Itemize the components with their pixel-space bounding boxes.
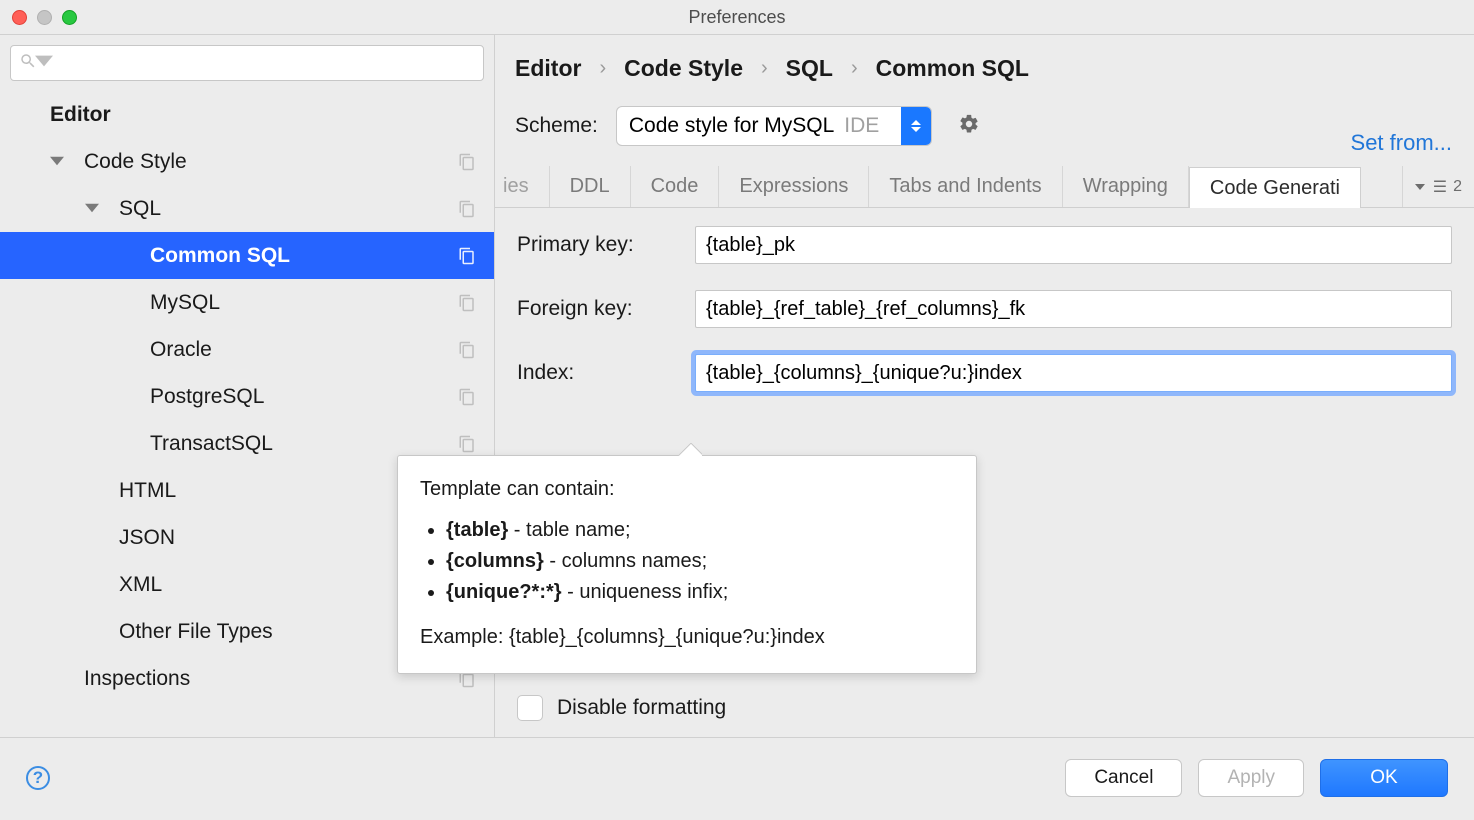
copy-config-icon[interactable]	[458, 247, 476, 265]
scheme-label: Scheme:	[515, 114, 598, 138]
sidebar-item-code-style[interactable]: Code Style	[0, 138, 494, 185]
tab-ddl[interactable]: DDL	[550, 166, 631, 207]
disable-formatting-row[interactable]: Disable formatting	[495, 683, 1474, 721]
disable-formatting-label: Disable formatting	[557, 696, 726, 720]
stepper-icon[interactable]	[901, 107, 931, 145]
disable-formatting-checkbox[interactable]	[517, 695, 543, 721]
index-input[interactable]	[695, 354, 1452, 392]
breadcrumb-item[interactable]: SQL	[786, 55, 833, 82]
cancel-button[interactable]: Cancel	[1065, 759, 1182, 797]
chevron-right-icon: ›	[851, 57, 858, 80]
ok-button[interactable]: OK	[1320, 759, 1448, 797]
sidebar-item-sql[interactable]: SQL	[0, 185, 494, 232]
tab-code[interactable]: Code	[631, 166, 720, 207]
copy-config-icon[interactable]	[458, 341, 476, 359]
tab-bar: ies DDL Code Expressions Tabs and Indent…	[495, 166, 1474, 208]
foreign-key-input[interactable]	[695, 290, 1452, 328]
help-icon[interactable]: ?	[26, 766, 50, 790]
gear-icon[interactable]	[950, 113, 980, 140]
triangle-down-icon	[1415, 184, 1425, 190]
chevron-right-icon: ›	[599, 57, 606, 80]
chevron-down-icon	[50, 150, 74, 174]
sidebar-item-oracle[interactable]: Oracle	[0, 326, 494, 373]
tooltip-example: Example: {table}_{columns}_{unique?u:}in…	[420, 622, 954, 653]
copy-config-icon[interactable]	[458, 435, 476, 453]
sidebar-item-common-sql[interactable]: Common SQL	[0, 232, 494, 279]
scheme-tag: IDE	[844, 114, 879, 138]
tooltip-item: {table} - table name;	[446, 515, 954, 546]
hamburger-icon: ☰	[1433, 177, 1447, 197]
index-label: Index:	[517, 361, 695, 385]
dialog-footer: ? Cancel Apply OK	[0, 738, 1474, 818]
scheme-value: Code style for MySQL	[629, 114, 834, 138]
sidebar-item-editor[interactable]: Editor	[0, 91, 494, 138]
apply-button: Apply	[1198, 759, 1304, 797]
breadcrumb-item[interactable]: Editor	[515, 55, 581, 82]
tab-overflow[interactable]: ☰ 2	[1402, 166, 1474, 207]
tab-truncated[interactable]: ies	[495, 166, 550, 207]
chevron-down-icon	[85, 197, 109, 221]
tab-expressions[interactable]: Expressions	[719, 166, 869, 207]
tab-wrapping[interactable]: Wrapping	[1063, 166, 1189, 207]
chevron-right-icon: ›	[761, 57, 768, 80]
foreign-key-label: Foreign key:	[517, 297, 695, 321]
tooltip-item: {columns} - columns names;	[446, 546, 954, 577]
set-from-link[interactable]: Set from...	[1351, 130, 1452, 156]
tooltip-heading: Template can contain:	[420, 474, 954, 505]
copy-config-icon[interactable]	[458, 294, 476, 312]
code-generation-form: Primary key: Foreign key: Index:	[495, 208, 1474, 404]
copy-config-icon[interactable]	[458, 388, 476, 406]
scheme-select[interactable]: Code style for MySQL IDE	[616, 106, 932, 146]
dropdown-caret-icon[interactable]	[35, 52, 53, 75]
tooltip-item: {unique?*:*} - uniqueness infix;	[446, 577, 954, 608]
breadcrumb-item: Common SQL	[876, 55, 1029, 82]
breadcrumb: Editor › Code Style › SQL › Common SQL	[495, 35, 1474, 92]
primary-key-input[interactable]	[695, 226, 1452, 264]
sidebar-item-mysql[interactable]: MySQL	[0, 279, 494, 326]
search-field[interactable]	[10, 45, 484, 81]
search-input[interactable]	[53, 53, 475, 73]
breadcrumb-item[interactable]: Code Style	[624, 55, 743, 82]
title-bar: Preferences	[0, 0, 1474, 34]
copy-config-icon[interactable]	[458, 153, 476, 171]
window-title: Preferences	[0, 7, 1474, 28]
tab-overflow-count: 2	[1453, 178, 1462, 196]
template-tooltip: Template can contain: {table} - table na…	[397, 455, 977, 674]
sidebar-item-postgresql[interactable]: PostgreSQL	[0, 373, 494, 420]
copy-config-icon[interactable]	[458, 200, 476, 218]
primary-key-label: Primary key:	[517, 233, 695, 257]
tab-tabs-and-indents[interactable]: Tabs and Indents	[869, 166, 1062, 207]
tab-code-generation[interactable]: Code Generati	[1189, 167, 1361, 208]
